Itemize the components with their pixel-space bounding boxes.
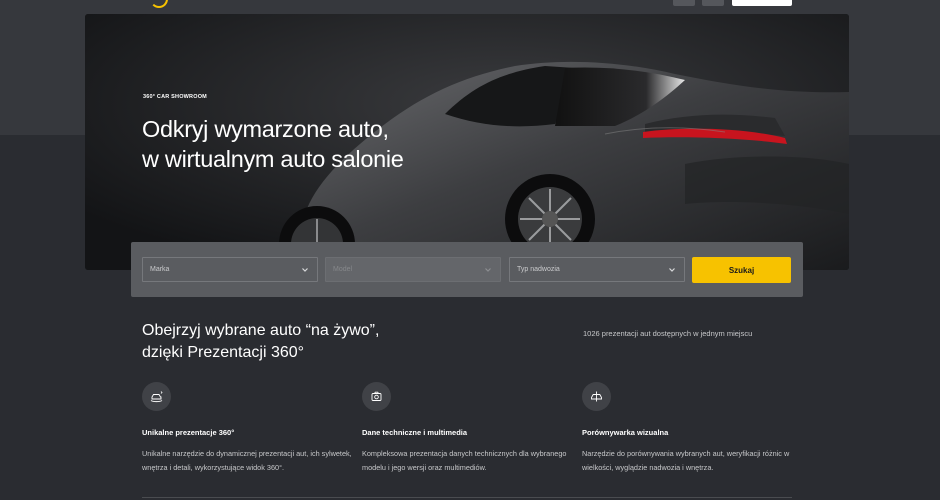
section-title: Obejrzyj wybrane auto “na żywo”, dzięki …: [142, 320, 379, 364]
hero-title-line: Odkryj wymarzone auto,: [142, 116, 389, 142]
feature-description: Unikalne narzędzie do dynamicznej prezen…: [142, 449, 352, 472]
feature-icon-circle: [362, 382, 391, 411]
feature-card: Unikalne prezentacje 360° Unikalne narzę…: [142, 382, 357, 472]
chevron-down-icon: [302, 268, 308, 272]
search-bar: Marka Model Typ nadwozia Szukaj: [131, 242, 803, 297]
body-type-select-label: Typ nadwozia: [517, 266, 560, 273]
brand-select[interactable]: Marka: [142, 257, 318, 282]
brand-select-label: Marka: [150, 266, 170, 273]
model-select[interactable]: Model: [325, 257, 501, 282]
body-type-select[interactable]: Typ nadwozia: [509, 257, 685, 282]
car-compare-icon: [591, 391, 602, 402]
hero-banner: 360° CAR SHOWROOM Odkryj wymarzone auto,…: [85, 14, 849, 270]
feature-description: Narzędzie do porównywania wybranych aut,…: [582, 449, 790, 472]
car-360-icon: [150, 391, 163, 403]
presentations-count: 1026 prezentacji aut dostępnych w jednym…: [583, 329, 753, 338]
section-title-line: Obejrzyj wybrane auto “na żywo”,: [142, 322, 380, 339]
feature-title: Unikalne prezentacje 360°: [142, 428, 235, 437]
chevron-down-icon: [669, 268, 675, 272]
search-button[interactable]: Szukaj: [692, 257, 791, 283]
section-title-line: dzięki Prezentacji 360°: [142, 344, 305, 361]
feature-title: Dane techniczne i multimedia: [362, 428, 468, 437]
chevron-down-icon: [485, 268, 491, 272]
hero-title-line: w wirtualnym auto salonie: [142, 146, 404, 172]
feature-icon-circle: [142, 382, 171, 411]
model-select-label: Model: [333, 266, 353, 273]
feature-icon-circle: [582, 382, 611, 411]
feature-card: Porównywarka wizualna Narzędzie do porów…: [582, 382, 797, 472]
feature-card: Dane techniczne i multimedia Kompleksowa…: [362, 382, 577, 472]
camera-icon: [371, 391, 382, 401]
header-icon-button[interactable]: [673, 0, 695, 6]
header-icon-button[interactable]: [702, 0, 724, 6]
header-cta-button[interactable]: [732, 0, 792, 6]
hero-eyebrow: 360° CAR SHOWROOM: [143, 94, 207, 100]
feature-description: Kompleksowa prezentacja danych techniczn…: [362, 449, 567, 472]
divider: [142, 497, 792, 498]
hero-title: Odkryj wymarzone auto, w wirtualnym auto…: [142, 114, 404, 174]
feature-title: Porównywarka wizualna: [582, 428, 669, 437]
